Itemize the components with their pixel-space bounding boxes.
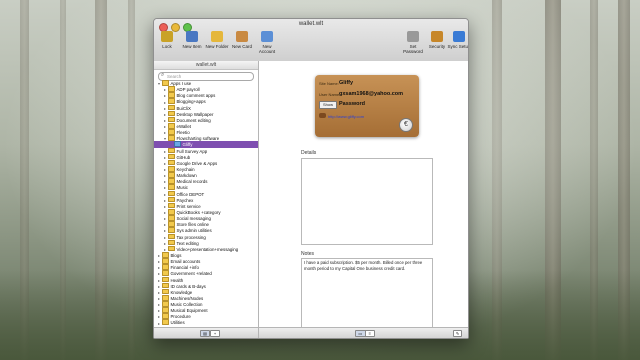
- folder-icon: [162, 288, 169, 295]
- folder-icon: [168, 98, 175, 105]
- toolbar: Lock New Item New Folder New Card New Accoun…: [154, 31, 468, 59]
- window-title: wallet.wlt: [298, 21, 324, 27]
- folder-icon: [168, 215, 175, 221]
- security-icon: [431, 31, 443, 42]
- password-label: Password: [339, 101, 365, 107]
- folder-icon: [162, 270, 169, 276]
- sidebar-header: wallet.wlt: [154, 61, 258, 70]
- folder-icon: [162, 313, 169, 319]
- view-toggle-button[interactable]: ▤: [200, 330, 210, 337]
- folder-icon: [168, 172, 175, 178]
- folder-icon: [168, 92, 175, 98]
- folder-icon: [168, 122, 175, 129]
- detail-footer: ▭ ≡ ✎: [259, 327, 468, 338]
- folder-icon: [168, 159, 175, 166]
- url-icon: [319, 113, 326, 118]
- folder-icon: [168, 239, 175, 246]
- folder-icon: [168, 165, 175, 172]
- folder-icon: [168, 135, 175, 141]
- toolbar-button-set-password[interactable]: Set Password: [400, 31, 426, 54]
- sync-icon: [453, 31, 465, 42]
- toolbar-button-label: New Item: [182, 44, 202, 49]
- view-segment[interactable]: ▭ ≡: [355, 330, 375, 337]
- site-name-value[interactable]: Gliffy: [339, 80, 353, 86]
- item-card: Site Name: Gliffy User Name: gxsam1968@y…: [315, 75, 419, 137]
- url-link[interactable]: http://www.gliffy.com: [328, 114, 364, 119]
- folder-icon: [168, 129, 175, 135]
- show-password-button[interactable]: Show: [319, 101, 337, 109]
- edit-button[interactable]: ✎: [453, 330, 462, 337]
- folder-icon: [168, 147, 175, 154]
- folder-icon: [211, 31, 223, 42]
- folder-icon: [168, 221, 175, 227]
- search-placeholder: Search: [167, 74, 182, 79]
- toolbar-button-label: Lock: [162, 44, 172, 49]
- detail-pane: Site Name: Gliffy User Name: gxsam1968@y…: [259, 61, 468, 338]
- card-view-icon[interactable]: ▭: [356, 331, 366, 336]
- toolbar-button-new-item[interactable]: New Item: [179, 31, 205, 49]
- site-name-label: Site Name:: [319, 81, 339, 86]
- folder-icon: [168, 86, 175, 92]
- folder-icon: [168, 202, 175, 209]
- details-label: Details: [301, 150, 317, 156]
- folder-icon: [168, 184, 175, 190]
- folder-icon: [162, 301, 169, 307]
- folder-icon: [162, 294, 169, 301]
- folder-icon: [162, 264, 169, 270]
- sidebar-footer: ▤ +: [154, 327, 258, 338]
- folder-icon: [168, 208, 175, 215]
- new-item-icon: [186, 31, 198, 42]
- folder-icon: [168, 116, 175, 123]
- toolbar-button-label: New Card: [231, 44, 252, 49]
- details-field[interactable]: [301, 158, 433, 245]
- folder-icon: [162, 282, 169, 289]
- folder-icon: [162, 276, 169, 283]
- folder-icon: [168, 190, 175, 197]
- notes-text: I have a paid subscription. $5 per month…: [304, 260, 423, 271]
- euro-coin-icon: €: [399, 118, 413, 132]
- toolbar-button-label: New Account: [258, 44, 276, 54]
- folder-icon: [168, 245, 175, 252]
- user-name-value[interactable]: gxsam1968@yahoo.com: [339, 91, 403, 97]
- folder-icon: [162, 258, 169, 264]
- title-bar: wallet.wlt Lock New Item New Folder New Car…: [154, 19, 468, 62]
- account-icon: [261, 31, 273, 42]
- lock-icon: [161, 31, 173, 42]
- folder-icon: [168, 110, 175, 117]
- toolbar-button-new-card[interactable]: New Card: [229, 31, 255, 49]
- notes-label: Notes: [301, 251, 315, 257]
- toolbar-button-new-folder[interactable]: New Folder: [204, 31, 230, 49]
- app-window: wallet.wlt Lock New Item New Folder New Car…: [153, 18, 469, 339]
- toolbar-button-label: Sync Setup: [447, 44, 469, 49]
- folder-icon: [168, 104, 175, 111]
- folder-icon: [168, 233, 175, 240]
- tree-item-label: Utilities: [170, 320, 185, 326]
- sidebar: wallet.wlt Search ▾Apps I use▸ADP payrol…: [154, 61, 259, 338]
- toolbar-button-label: Set Password: [403, 44, 423, 54]
- tree-item[interactable]: ▸ Utilities: [154, 319, 258, 326]
- folder-icon: [162, 251, 169, 258]
- folder-icon: [168, 178, 175, 184]
- toolbar-button-sync-setup[interactable]: Sync Setup: [446, 31, 469, 49]
- toolbar-button-lock[interactable]: Lock: [154, 31, 180, 49]
- folder-tree: ▾ Apps I use ▸ ADP payroll ▸ Blog comment app…: [154, 80, 258, 328]
- list-view-icon[interactable]: ≡: [366, 331, 375, 336]
- card-icon: [236, 31, 248, 42]
- item-icon: [174, 141, 181, 147]
- folder-icon: [162, 307, 169, 313]
- add-button[interactable]: +: [210, 330, 220, 337]
- toolbar-button-label: New Folder: [205, 44, 229, 49]
- folder-icon: [168, 153, 175, 160]
- folder-icon: [168, 227, 175, 233]
- user-name-label: User Name:: [319, 92, 341, 97]
- toolbar-button-new-account[interactable]: New Account: [254, 31, 280, 54]
- folder-icon: [162, 319, 169, 326]
- password-icon: [407, 31, 419, 42]
- details-text: [302, 159, 432, 161]
- folder-icon: [162, 80, 169, 86]
- folder-icon: [168, 196, 175, 203]
